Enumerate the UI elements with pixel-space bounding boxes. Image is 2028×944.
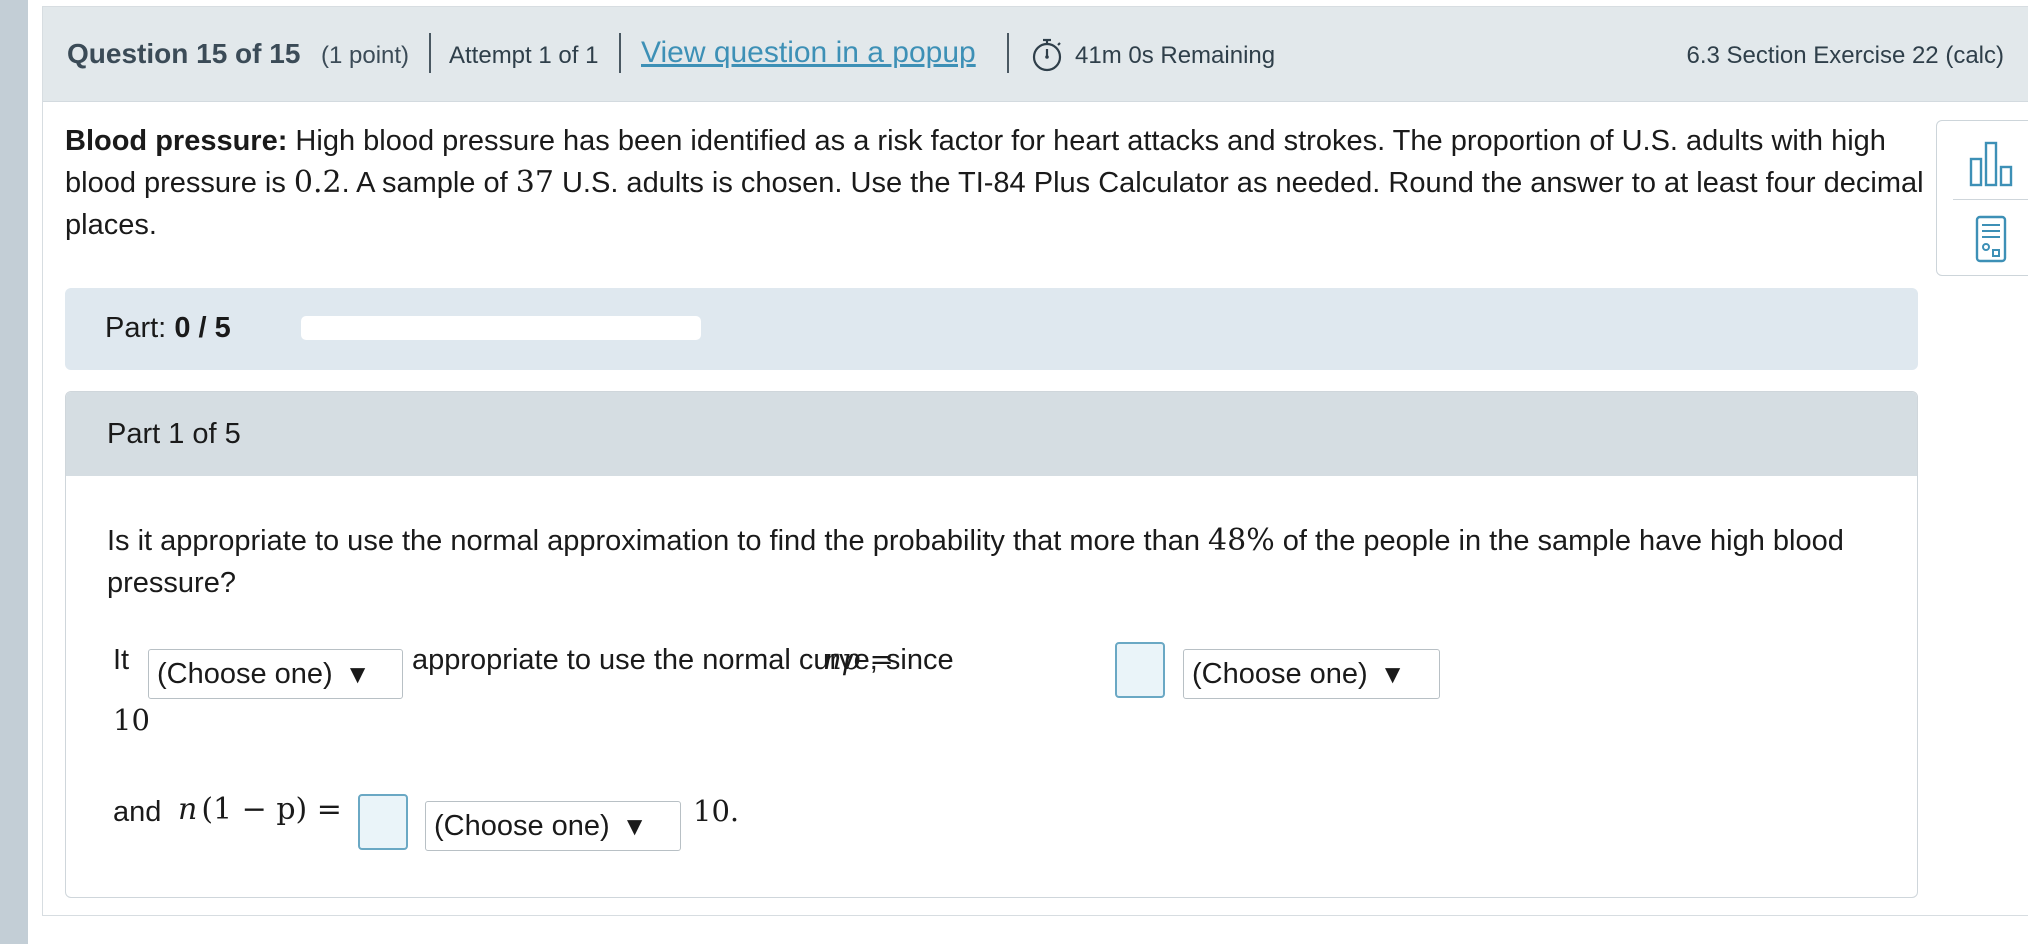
question-card: Question 15 of 15 (1 point) Attempt 1 of… bbox=[42, 6, 2028, 916]
n1p-answer-input[interactable] bbox=[358, 794, 408, 850]
calculator-icon[interactable] bbox=[1955, 209, 2027, 271]
part-panel: Part 1 of 5 Is it appropriate to use the… bbox=[65, 391, 1918, 898]
part-header: Part 1 of 5 bbox=[66, 392, 1917, 476]
part-question: Is it appropriate to use the normal appr… bbox=[107, 520, 1887, 604]
header-divider bbox=[619, 33, 621, 73]
select-value: (Choose one) bbox=[157, 658, 333, 690]
part-progress-panel: Part: 0 / 5 bbox=[65, 288, 1918, 370]
question-text: Is it appropriate to use the normal appr… bbox=[107, 525, 1209, 557]
problem-label: Blood pressure: bbox=[65, 125, 288, 157]
part-progress-label: Part: 0 / 5 bbox=[105, 312, 231, 345]
part-progress-value: 0 / 5 bbox=[174, 312, 231, 344]
question-points: (1 point) bbox=[321, 42, 410, 69]
threshold-value: 10 bbox=[113, 703, 150, 737]
left-rail bbox=[0, 0, 28, 944]
bar-chart-icon[interactable] bbox=[1955, 133, 2027, 195]
dropdown-arrow-icon: ▼ bbox=[1379, 659, 1406, 689]
part-title: Part 1 of 5 bbox=[107, 418, 241, 450]
n1p-comparison-select[interactable]: (Choose one) ▼ bbox=[425, 801, 681, 851]
select-value: (Choose one) bbox=[434, 810, 610, 842]
header-divider bbox=[1007, 33, 1009, 73]
stopwatch-icon bbox=[1032, 38, 1062, 72]
sample-size-value: 37 bbox=[515, 165, 554, 200]
dropdown-arrow-icon: ▼ bbox=[621, 811, 648, 841]
np-label: np = bbox=[823, 642, 894, 676]
answer-prefix-and: and bbox=[113, 796, 162, 828]
header-divider bbox=[429, 33, 431, 73]
problem-text: . A sample of bbox=[341, 167, 516, 199]
one-minus-p-expression: (1 − p) = bbox=[201, 792, 342, 827]
dropdown-arrow-icon: ▼ bbox=[344, 659, 371, 689]
problem-statement: Blood pressure: High blood pressure has … bbox=[65, 120, 1925, 246]
part-progress-bar bbox=[301, 316, 701, 340]
np-comparison-select[interactable]: (Choose one) ▼ bbox=[1183, 649, 1440, 699]
appropriateness-select[interactable]: (Choose one) ▼ bbox=[148, 649, 403, 699]
percent-value: 48% bbox=[1208, 523, 1275, 558]
timer-remaining: 41m 0s Remaining bbox=[1075, 42, 1276, 69]
view-popup-link[interactable]: View question in a popup bbox=[641, 36, 976, 70]
proportion-value: 0.2 bbox=[293, 165, 342, 200]
np-answer-input[interactable] bbox=[1115, 642, 1165, 698]
answer-prefix-it: It bbox=[113, 644, 130, 676]
n1p-label: n (1 − p) = bbox=[178, 792, 342, 827]
part-progress-prefix: Part: bbox=[105, 312, 175, 344]
threshold-value: 10. bbox=[693, 794, 740, 828]
section-exercise-id: 6.3 Section Exercise 22 (calc) bbox=[1686, 42, 2004, 69]
question-title: Question 15 of 15 bbox=[67, 38, 301, 69]
select-value: (Choose one) bbox=[1192, 658, 1368, 690]
n-symbol: n bbox=[178, 792, 198, 827]
tool-panel bbox=[1936, 120, 2028, 276]
question-header: Question 15 of 15 (1 point) Attempt 1 of… bbox=[43, 7, 2028, 102]
tool-divider bbox=[1953, 199, 2028, 200]
attempt-count: Attempt 1 of 1 bbox=[449, 42, 599, 69]
